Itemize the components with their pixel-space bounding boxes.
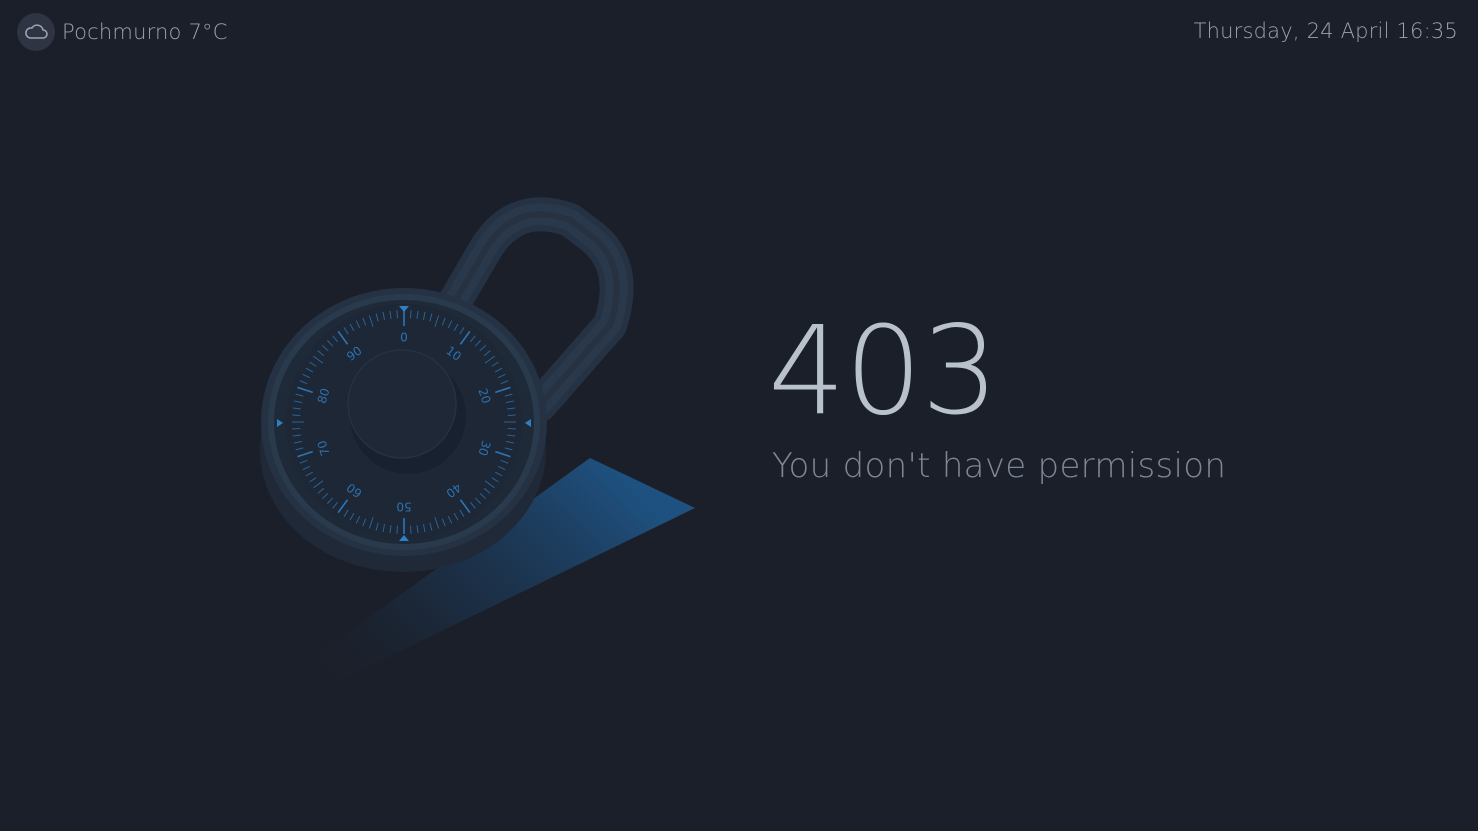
padlock-illustration: 0102030405060708090 — [260, 197, 695, 690]
dial-tick — [396, 310, 398, 319]
dial-tick — [410, 310, 412, 319]
dial-tick — [507, 428, 516, 430]
dial-tick — [292, 414, 301, 416]
error-message: You don't have permission — [772, 446, 1227, 486]
dial-tick — [410, 525, 412, 534]
dial-tick — [396, 525, 398, 534]
dial-tick — [292, 428, 301, 430]
weather-label: Pochmurno 7°C — [62, 20, 228, 44]
datetime-label: Thursday, 24 April 16:35 — [1193, 19, 1458, 43]
dial-number: 50 — [396, 500, 411, 514]
cloud-icon — [17, 13, 55, 51]
dial-tick — [507, 414, 516, 416]
weather-widget: Pochmurno 7°C — [17, 13, 228, 51]
error-block: 403 You don't have permission — [768, 310, 1226, 486]
error-code: 403 — [768, 300, 999, 442]
dial-number: 0 — [400, 331, 408, 345]
error-page: Pochmurno 7°C Thursday, 24 April 16:35 0… — [0, 0, 1478, 831]
